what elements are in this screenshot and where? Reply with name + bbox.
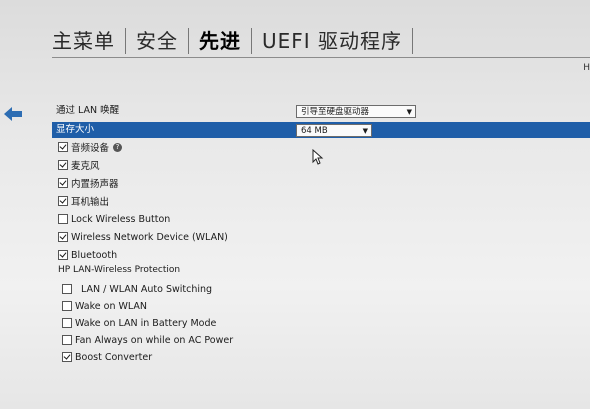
tab-uefi-drivers[interactable]: UEFI 驱动程序 [252, 28, 412, 54]
checkbox-box[interactable] [58, 232, 68, 242]
checkbox-wake-on-wlan[interactable]: Wake on WLAN [62, 298, 147, 314]
lan-wake-label: 通过 LAN 唤醒 [56, 105, 120, 116]
checkbox-box[interactable] [58, 214, 68, 224]
menu-tabs: 主菜单 安全 先进 UEFI 驱动程序 [52, 28, 414, 54]
header-divider [52, 57, 590, 58]
checkbox-box[interactable] [62, 301, 72, 311]
help-icon[interactable]: ? [113, 142, 123, 152]
back-arrow-icon[interactable] [4, 107, 22, 121]
checkbox-label: 麦克风 [71, 161, 100, 172]
lan-wake-value: 引导至硬盘驱动器 [301, 107, 370, 117]
checkbox-wake-lan-battery[interactable]: Wake on LAN in Battery Mode [62, 315, 216, 331]
chevron-down-icon: ▼ [406, 108, 412, 116]
checkbox-box[interactable] [62, 318, 72, 328]
checkbox-label: Boost Converter [75, 351, 153, 363]
tab-advanced[interactable]: 先进 [189, 28, 251, 54]
checkbox-label: LAN / WLAN Auto Switching [81, 283, 213, 295]
video-memory-label: 显存大小 [56, 124, 95, 135]
checkbox-microphone[interactable]: 麦克风 [58, 157, 100, 173]
section-title: HP LAN-Wireless Protection [58, 265, 181, 275]
checkbox-label: 内置扬声器 [71, 179, 119, 190]
lan-wake-select[interactable]: 引导至硬盘驱动器 ▼ [296, 105, 416, 118]
checkbox-fan-always-on[interactable]: Fan Always on while on AC Power [62, 332, 233, 348]
checkbox-internal-speaker[interactable]: 内置扬声器 [58, 175, 119, 191]
checkbox-box[interactable] [58, 250, 68, 260]
checkbox-box[interactable] [62, 335, 72, 345]
checkbox-audio-device[interactable]: 音频设备 ? [58, 139, 123, 155]
checkbox-label: 耳机输出 [71, 197, 110, 208]
checkbox-box[interactable] [58, 160, 68, 170]
corner-letter: H [583, 63, 590, 73]
checkbox-bluetooth[interactable]: Bluetooth [58, 247, 117, 263]
checkbox-box[interactable] [58, 142, 68, 152]
tab-security[interactable]: 安全 [126, 28, 188, 54]
chevron-down-icon: ▼ [362, 127, 368, 135]
video-memory-select[interactable]: 64 MB ▼ [296, 124, 372, 137]
checkbox-label: Lock Wireless Button [71, 213, 171, 225]
checkbox-label: Fan Always on while on AC Power [75, 334, 234, 346]
checkbox-box[interactable] [62, 284, 72, 294]
checkbox-lock-wireless[interactable]: Lock Wireless Button [58, 211, 170, 227]
tab-main-menu[interactable]: 主菜单 [52, 28, 125, 54]
checkbox-headphone-output[interactable]: 耳机输出 [58, 193, 109, 209]
mouse-cursor-icon [312, 149, 324, 165]
checkbox-label: Wake on LAN in Battery Mode [75, 317, 217, 329]
tab-divider [412, 28, 414, 54]
video-memory-value: 64 MB [301, 126, 328, 136]
checkbox-label: Wireless Network Device (WLAN) [71, 231, 228, 243]
checkbox-label: Wake on WLAN [75, 300, 147, 312]
checkbox-label: 音频设备 [71, 143, 110, 154]
checkbox-label: Bluetooth [71, 249, 118, 261]
checkbox-wlan-device[interactable]: Wireless Network Device (WLAN) [58, 229, 228, 245]
checkbox-box[interactable] [62, 352, 72, 362]
checkbox-lan-wlan-switching[interactable]: LAN / WLAN Auto Switching [62, 281, 212, 297]
checkbox-box[interactable] [58, 196, 68, 206]
checkbox-boost-converter[interactable]: Boost Converter [62, 349, 152, 365]
checkbox-box[interactable] [58, 178, 68, 188]
